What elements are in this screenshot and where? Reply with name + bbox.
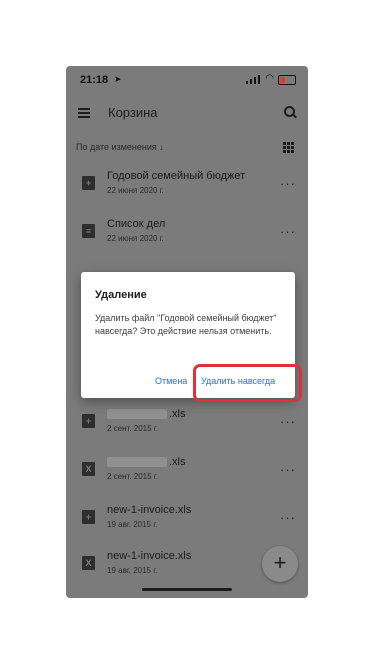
menu-icon[interactable] (78, 108, 90, 118)
file-date: 22 июня 2020 г. (107, 234, 164, 243)
more-options-icon[interactable]: ··· (280, 225, 296, 238)
search-icon[interactable] (284, 106, 297, 119)
excel-file-icon: X (82, 556, 95, 570)
file-date: 2 сент. 2015 г. (107, 424, 158, 433)
file-name: new-1-invoice.xls (107, 550, 192, 562)
battery-icon (278, 75, 296, 85)
excel-file-icon: X (82, 462, 95, 476)
status-bar: 21:18 ➤ ◠ (66, 66, 308, 94)
list-item[interactable]: + .xls 2 сент. 2015 г. ··· (66, 400, 308, 446)
wifi-icon: ◠ (265, 73, 274, 84)
sort-dropdown[interactable]: По дате изменения ↓ (76, 142, 164, 152)
file-name: .xls (107, 408, 186, 420)
file-extension: .xls (169, 408, 186, 420)
file-date: 22 июня 2020 г. (107, 186, 164, 195)
status-time: 21:18 (80, 74, 109, 86)
dialog-title: Удаление (95, 289, 147, 301)
sort-bar: По дате изменения ↓ (66, 138, 308, 158)
dialog-message: Удалить файл "Годовой семейный бюджет" н… (95, 313, 277, 336)
sheets-file-icon: + (82, 176, 95, 190)
file-date: 19 авг. 2015 г. (107, 566, 158, 575)
more-options-icon[interactable]: ··· (280, 415, 296, 428)
redacted-text (107, 409, 167, 420)
highlight-annotation (193, 364, 302, 402)
redacted-text (107, 457, 167, 468)
file-name: Список дел (107, 218, 166, 230)
file-date: 19 авг. 2015 г. (107, 520, 158, 529)
file-name: Годовой семейный бюджет (107, 170, 246, 182)
list-item[interactable]: ≡ Список дел 22 июня 2020 г. ··· (66, 210, 308, 256)
sheets-file-icon: + (82, 510, 95, 524)
page-title: Корзина (108, 105, 158, 120)
sheets-file-icon: + (82, 414, 95, 428)
app-bar: Корзина (66, 94, 308, 134)
list-item[interactable]: X .xls 2 сент. 2015 г. ··· (66, 448, 308, 494)
more-options-icon[interactable]: ··· (280, 463, 296, 476)
home-indicator (142, 588, 232, 591)
cancel-button[interactable]: Отмена (155, 376, 187, 386)
grid-view-icon[interactable] (283, 142, 294, 153)
list-item[interactable]: + Годовой семейный бюджет 22 июня 2020 г… (66, 162, 308, 208)
file-name: new-1-invoice.xls (107, 504, 192, 516)
file-date: 2 сент. 2015 г. (107, 472, 158, 481)
file-name: .xls (107, 456, 186, 468)
location-arrow-icon: ➤ (114, 74, 122, 84)
docs-file-icon: ≡ (82, 224, 95, 238)
list-item[interactable]: + new-1-invoice.xls 19 авг. 2015 г. ··· (66, 496, 308, 542)
file-extension: .xls (169, 456, 186, 468)
more-options-icon[interactable]: ··· (280, 511, 296, 524)
signal-icon (246, 75, 260, 84)
new-file-fab-button[interactable]: + (262, 546, 298, 582)
more-options-icon[interactable]: ··· (280, 177, 296, 190)
